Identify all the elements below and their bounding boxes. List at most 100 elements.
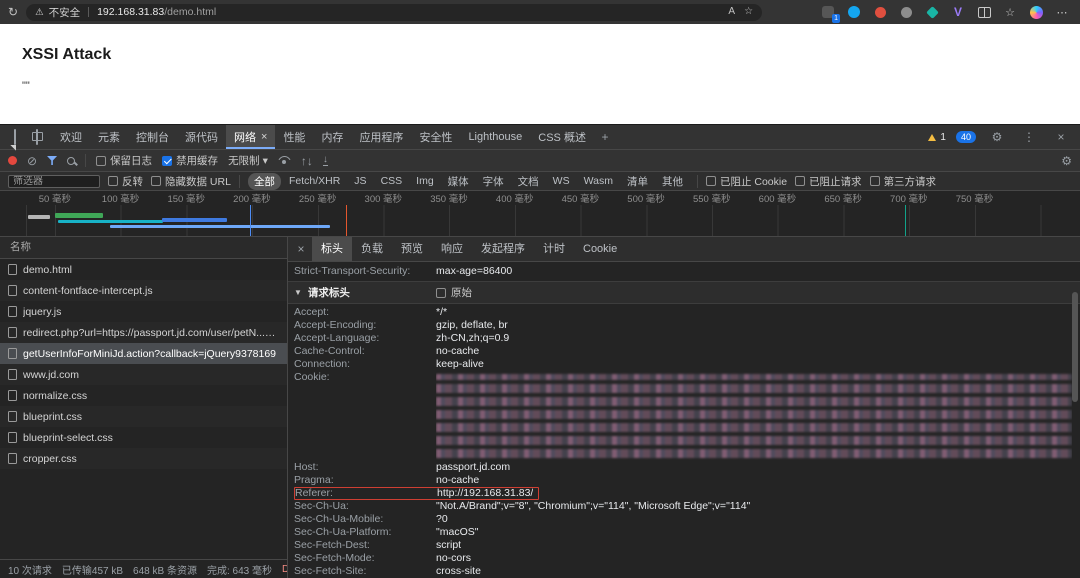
close-devtools-icon[interactable]: ×: [1050, 130, 1072, 144]
blocked-cookies-checkbox[interactable]: 已阻止 Cookie: [705, 174, 787, 189]
search-icon[interactable]: [67, 156, 76, 165]
request-row[interactable]: jquery.js: [0, 301, 287, 322]
devtools-tab[interactable]: 元素: [90, 125, 128, 149]
checkbox[interactable]: [151, 176, 161, 186]
resource-type-filter[interactable]: Img: [410, 174, 440, 188]
resource-type-filter[interactable]: CSS: [375, 174, 409, 188]
checkbox[interactable]: [869, 176, 880, 186]
devtools-tab[interactable]: 欢迎: [52, 125, 90, 149]
request-row[interactable]: cropper.css: [0, 448, 287, 469]
devtools-tab[interactable]: Lighthouse: [460, 125, 530, 149]
devtools-tab[interactable]: 源代码: [177, 125, 226, 149]
extension-6-icon[interactable]: V: [950, 4, 966, 20]
security-status-label[interactable]: 不安全: [49, 5, 81, 20]
checkbox-checked[interactable]: [162, 155, 173, 166]
clear-network-log-icon[interactable]: ⊘: [27, 155, 37, 167]
resource-type-filter[interactable]: Fetch/XHR: [283, 174, 346, 188]
close-network-tab-icon[interactable]: ×: [261, 131, 267, 143]
favorite-star-icon[interactable]: ☆: [744, 7, 753, 17]
devtools-tab[interactable]: 安全性: [411, 125, 460, 149]
devtools-tab[interactable]: 应用程序: [351, 125, 411, 149]
request-row[interactable]: normalize.css: [0, 385, 287, 406]
filter-toggle-icon[interactable]: [47, 156, 58, 165]
import-export-har-icon[interactable]: ↑↓: [301, 155, 313, 167]
resource-type-filter[interactable]: WS: [547, 174, 576, 188]
request-headers-section[interactable]: ▼ 请求标头 原始: [288, 281, 1080, 304]
settings-gear-icon[interactable]: ⚙: [986, 130, 1008, 144]
more-panels-icon[interactable]: +: [594, 130, 616, 144]
request-row[interactable]: www.jd.com: [0, 364, 287, 385]
download-har-icon[interactable]: ↓: [322, 155, 328, 166]
inspect-element-icon[interactable]: [4, 129, 26, 145]
favorites-bar-icon[interactable]: ☆: [1002, 4, 1018, 20]
raw-headers-toggle[interactable]: 原始: [436, 285, 1072, 300]
network-conditions-icon[interactable]: [278, 156, 291, 166]
device-toolbar-icon[interactable]: [26, 129, 48, 145]
detail-tab[interactable]: 发起程序: [472, 237, 534, 261]
request-list-header[interactable]: 名称: [0, 237, 287, 259]
browser-menu-icon[interactable]: ⋯: [1054, 4, 1070, 20]
extension-5-icon[interactable]: [924, 4, 940, 20]
request-row[interactable]: getUserInfoForMiniJd.action?callback=jQu…: [0, 343, 287, 364]
request-row[interactable]: redirect.php?url=https://passport.jd.com…: [0, 322, 287, 343]
detail-tab[interactable]: 标头: [312, 237, 352, 261]
resource-type-filter[interactable]: JS: [348, 174, 372, 188]
scrollbar-thumb[interactable]: [1072, 292, 1078, 402]
reload-icon[interactable]: ↻: [8, 6, 18, 18]
preserve-log-checkbox[interactable]: 保留日志: [96, 153, 152, 168]
resource-type-filter[interactable]: Wasm: [578, 174, 619, 188]
request-row[interactable]: blueprint-select.css: [0, 427, 287, 448]
resource-type-filter[interactable]: 字体: [477, 173, 510, 190]
address-bar[interactable]: ⚠ 不安全 192.168.31.83/demo.html A ☆: [26, 3, 763, 21]
detail-tab[interactable]: Cookie: [574, 237, 626, 261]
blocked-requests-checkbox[interactable]: 已阻止请求: [795, 174, 862, 189]
resource-type-filter[interactable]: 媒体: [442, 173, 475, 190]
extension-2-icon[interactable]: [846, 4, 862, 20]
waterfall-overview[interactable]: [0, 205, 1080, 236]
third-party-checkbox[interactable]: 第三方请求: [869, 174, 936, 189]
detail-tab[interactable]: 计时: [534, 237, 574, 261]
resource-type-filter[interactable]: 清单: [621, 173, 654, 190]
issues-badge[interactable]: 40: [955, 131, 976, 143]
invert-checkbox[interactable]: 反转: [108, 174, 143, 189]
disclosure-triangle-icon[interactable]: ▼: [294, 288, 302, 297]
devtools-tab[interactable]: CSS 概述: [530, 125, 594, 149]
network-settings-gear-icon[interactable]: ⚙: [1061, 155, 1072, 167]
header-value: */*: [436, 307, 1072, 318]
detail-tab[interactable]: 预览: [392, 237, 432, 261]
checkbox[interactable]: [96, 155, 107, 166]
checkbox[interactable]: [795, 176, 806, 186]
extension-3-icon[interactable]: [872, 4, 888, 20]
url-text[interactable]: 192.168.31.83/demo.html: [97, 6, 216, 18]
resource-type-filter[interactable]: 文档: [512, 173, 545, 190]
checkbox[interactable]: [436, 287, 446, 298]
detail-tab[interactable]: 响应: [432, 237, 472, 261]
request-row[interactable]: blueprint.css: [0, 406, 287, 427]
disable-cache-checkbox[interactable]: 禁用缓存: [162, 153, 218, 168]
filter-input[interactable]: [8, 174, 100, 188]
file-icon: [8, 411, 17, 422]
resource-type-filter[interactable]: 全部: [247, 172, 281, 190]
detail-tab[interactable]: 负载: [352, 237, 392, 261]
extension-4-icon[interactable]: [898, 4, 914, 20]
close-detail-icon[interactable]: ×: [290, 242, 312, 256]
throttling-select[interactable]: 无限制 ▾: [228, 153, 268, 168]
read-aloud-icon[interactable]: A: [728, 7, 735, 17]
devtools-tab[interactable]: 网络 ×: [226, 125, 276, 149]
devtools-tab[interactable]: 内存: [313, 125, 351, 149]
devtools-tab[interactable]: 控制台: [128, 125, 177, 149]
copilot-icon[interactable]: [1028, 4, 1044, 20]
request-row[interactable]: content-fontface-intercept.js: [0, 280, 287, 301]
extension-1-icon[interactable]: 1: [820, 4, 840, 23]
resource-type-filter[interactable]: 其他: [656, 173, 689, 190]
request-row[interactable]: demo.html: [0, 259, 287, 280]
checkbox[interactable]: [108, 176, 118, 186]
devtools-tab[interactable]: 性能: [275, 125, 313, 149]
warnings-badge[interactable]: 1: [928, 132, 946, 143]
devtools-menu-icon[interactable]: ⋮: [1018, 130, 1040, 144]
split-screen-icon[interactable]: [976, 4, 992, 20]
record-button[interactable]: [8, 156, 17, 165]
hide-data-urls-checkbox[interactable]: 隐藏数据 URL: [151, 174, 231, 189]
section-title[interactable]: ▼ 请求标头: [294, 285, 432, 300]
checkbox[interactable]: [705, 176, 716, 186]
